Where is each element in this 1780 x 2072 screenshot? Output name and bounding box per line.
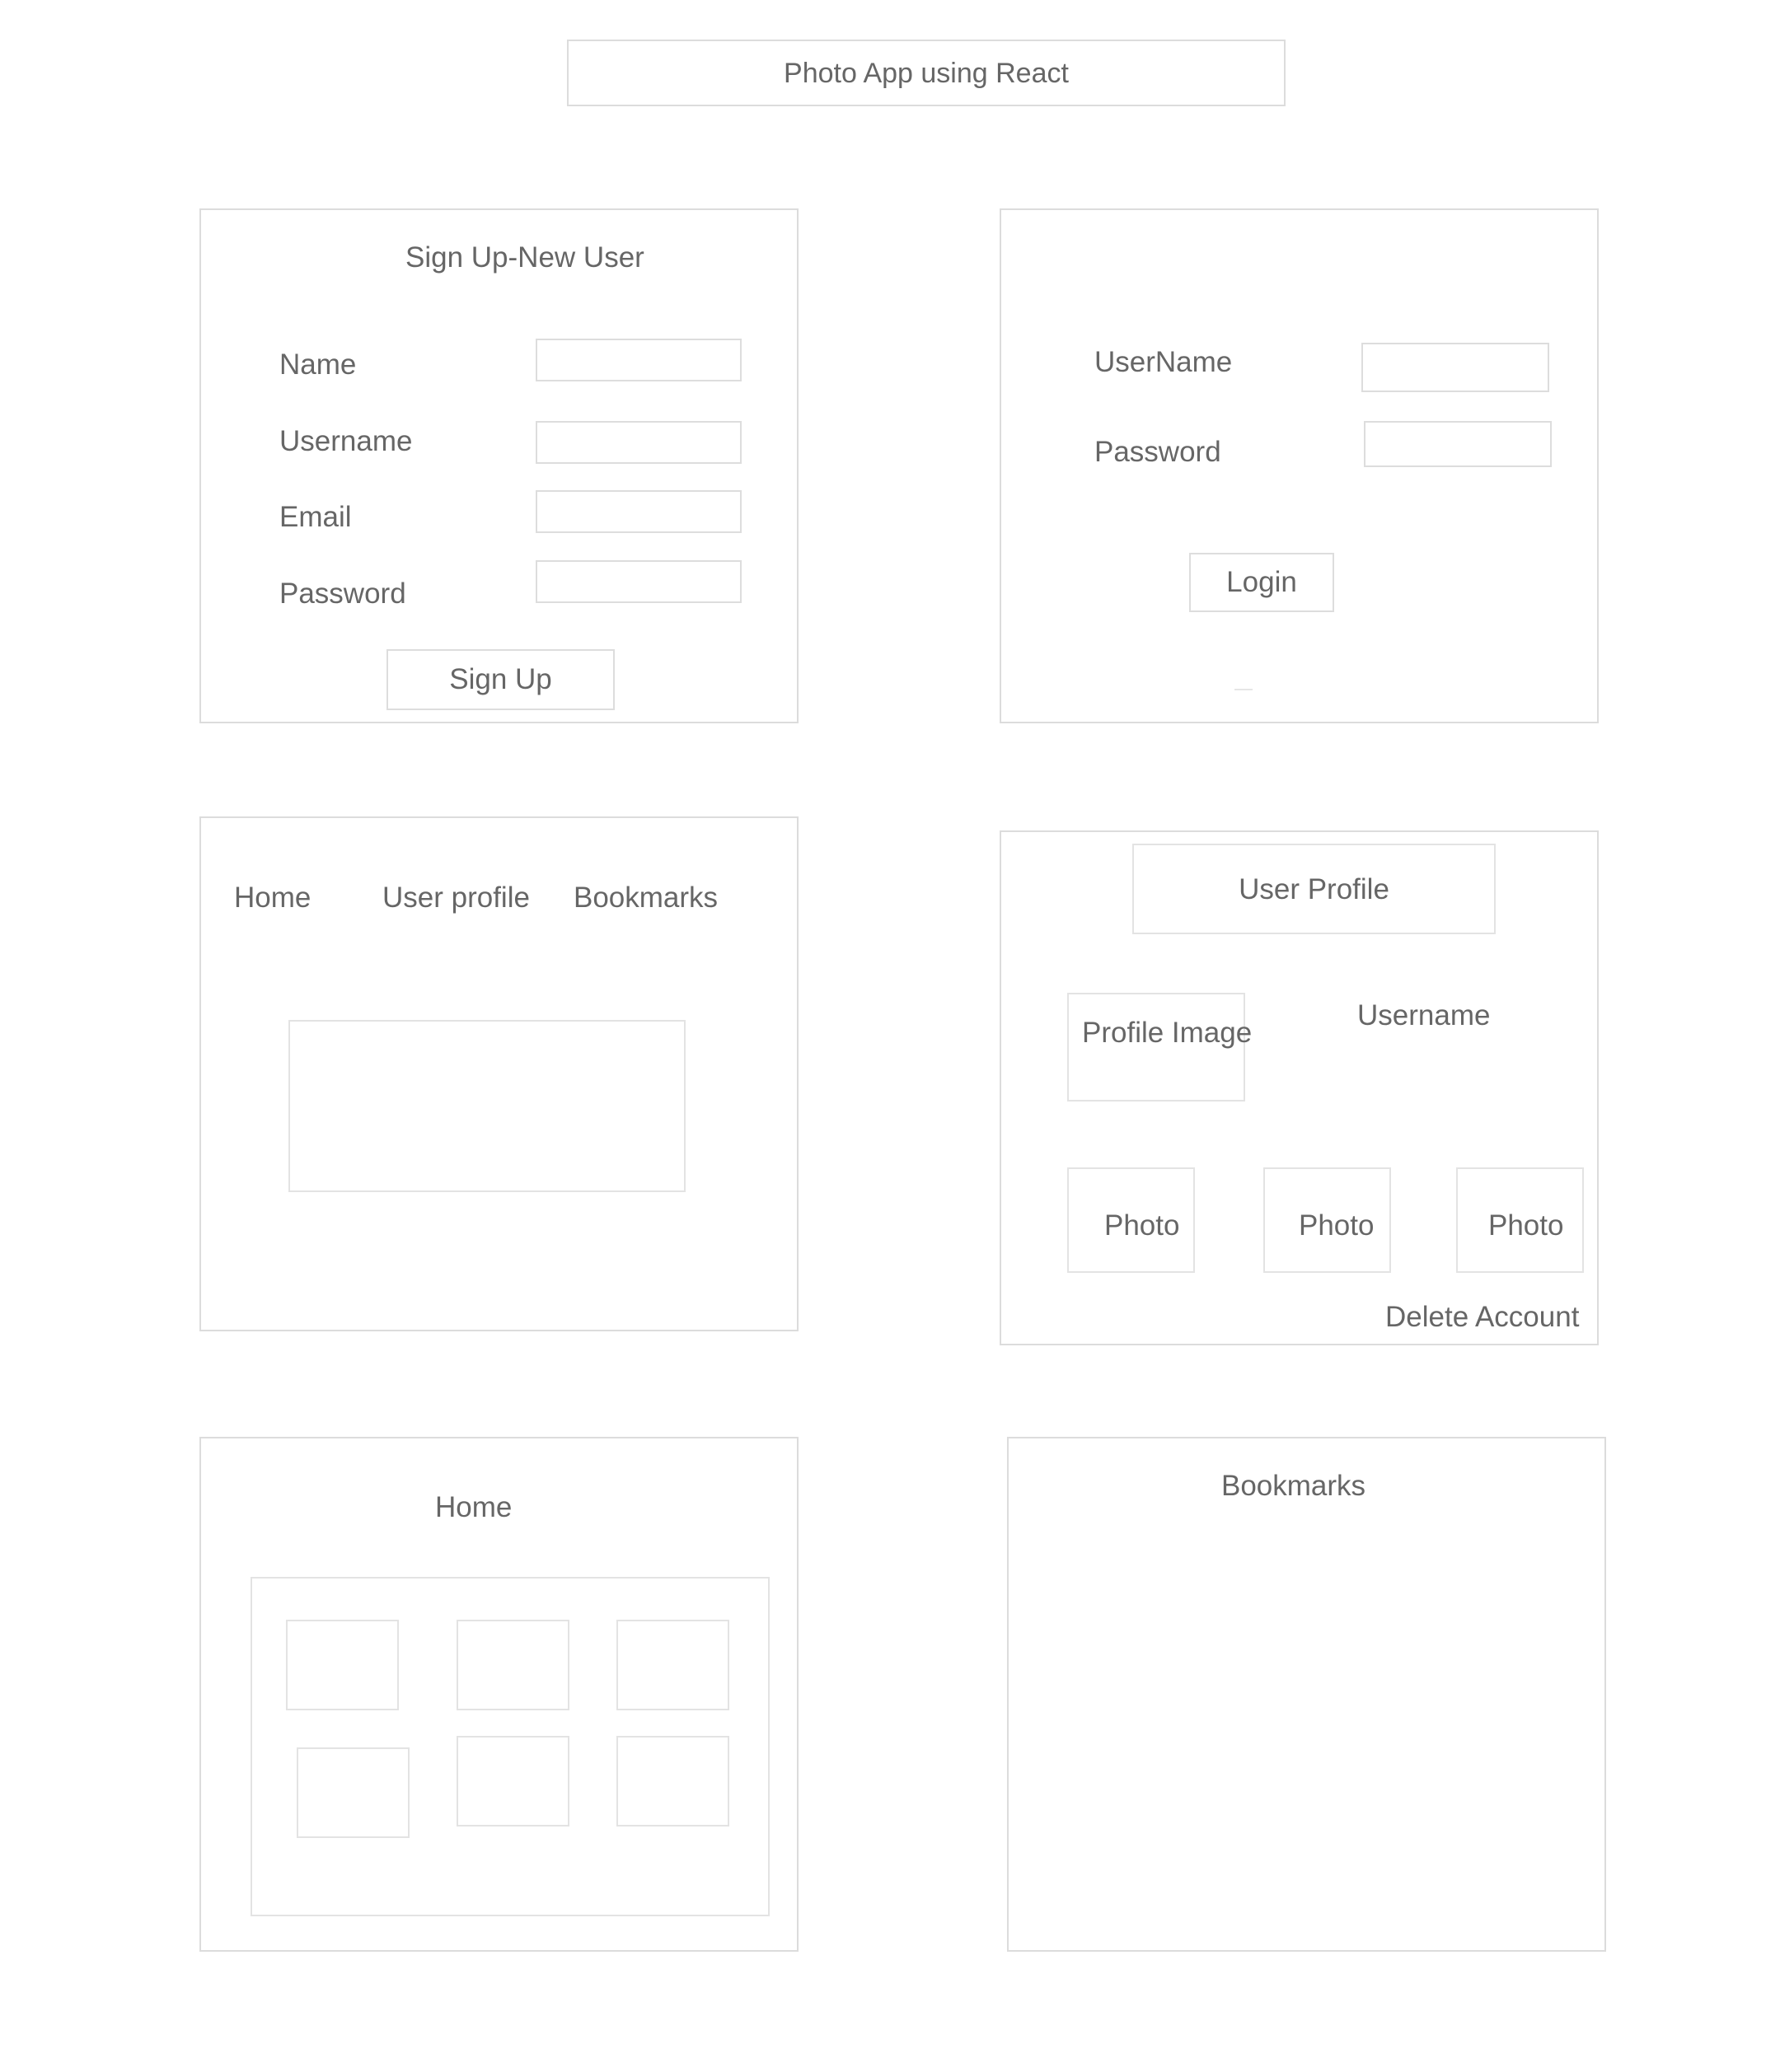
nav-bookmarks[interactable]: Bookmarks (574, 883, 718, 912)
profile-title-box: User Profile (1132, 844, 1496, 934)
profile-panel: User Profile Profile Image Username Phot… (1000, 830, 1599, 1345)
app-title: Photo App using React (784, 57, 1069, 89)
signup-email-label: Email (279, 501, 352, 533)
nav-home[interactable]: Home (234, 883, 311, 912)
signup-name-input[interactable] (536, 339, 742, 381)
signup-password-input[interactable] (536, 560, 742, 603)
home-panel: Home (199, 1437, 799, 1952)
signup-username-input[interactable] (536, 421, 742, 464)
grid-photo[interactable] (457, 1620, 569, 1710)
photo-1-label: Photo (1104, 1209, 1180, 1242)
home-title: Home (435, 1491, 513, 1523)
profile-image-label: Profile Image (1082, 1017, 1253, 1049)
delete-account-button[interactable]: Delete Account (1385, 1303, 1579, 1331)
signup-email-input[interactable] (536, 490, 742, 533)
nav-user-profile[interactable]: User profile (382, 883, 530, 912)
photo-3-label: Photo (1488, 1209, 1564, 1242)
divider (1234, 689, 1253, 690)
photo-grid (251, 1577, 770, 1916)
signup-name-label: Name (279, 348, 357, 381)
login-username-label: UserName (1094, 346, 1233, 378)
grid-photo[interactable] (616, 1736, 729, 1826)
profile-title: User Profile (1239, 872, 1389, 905)
grid-photo[interactable] (286, 1620, 399, 1710)
bookmarks-title: Bookmarks (1221, 1470, 1366, 1502)
signup-password-label: Password (279, 578, 406, 610)
signup-title: Sign Up-New User (405, 241, 644, 274)
signup-button[interactable]: Sign Up (386, 649, 615, 710)
photo-2-label: Photo (1299, 1209, 1375, 1242)
grid-photo[interactable] (297, 1747, 410, 1838)
bookmarks-panel: Bookmarks (1007, 1437, 1606, 1952)
signup-panel: Sign Up-New User Name Username Email Pas… (199, 208, 799, 723)
content-area (288, 1020, 686, 1192)
login-password-input[interactable] (1364, 421, 1552, 467)
login-button[interactable]: Login (1189, 553, 1334, 612)
signup-username-label: Username (279, 425, 413, 457)
app-title-box: Photo App using React (567, 40, 1286, 106)
grid-photo[interactable] (616, 1620, 729, 1710)
profile-username: Username (1357, 999, 1491, 1031)
login-username-input[interactable] (1361, 343, 1549, 392)
login-panel: UserName Password Login (1000, 208, 1599, 723)
grid-photo[interactable] (457, 1736, 569, 1826)
login-password-label: Password (1094, 436, 1221, 468)
nav-panel: Home User profile Bookmarks (199, 816, 799, 1331)
